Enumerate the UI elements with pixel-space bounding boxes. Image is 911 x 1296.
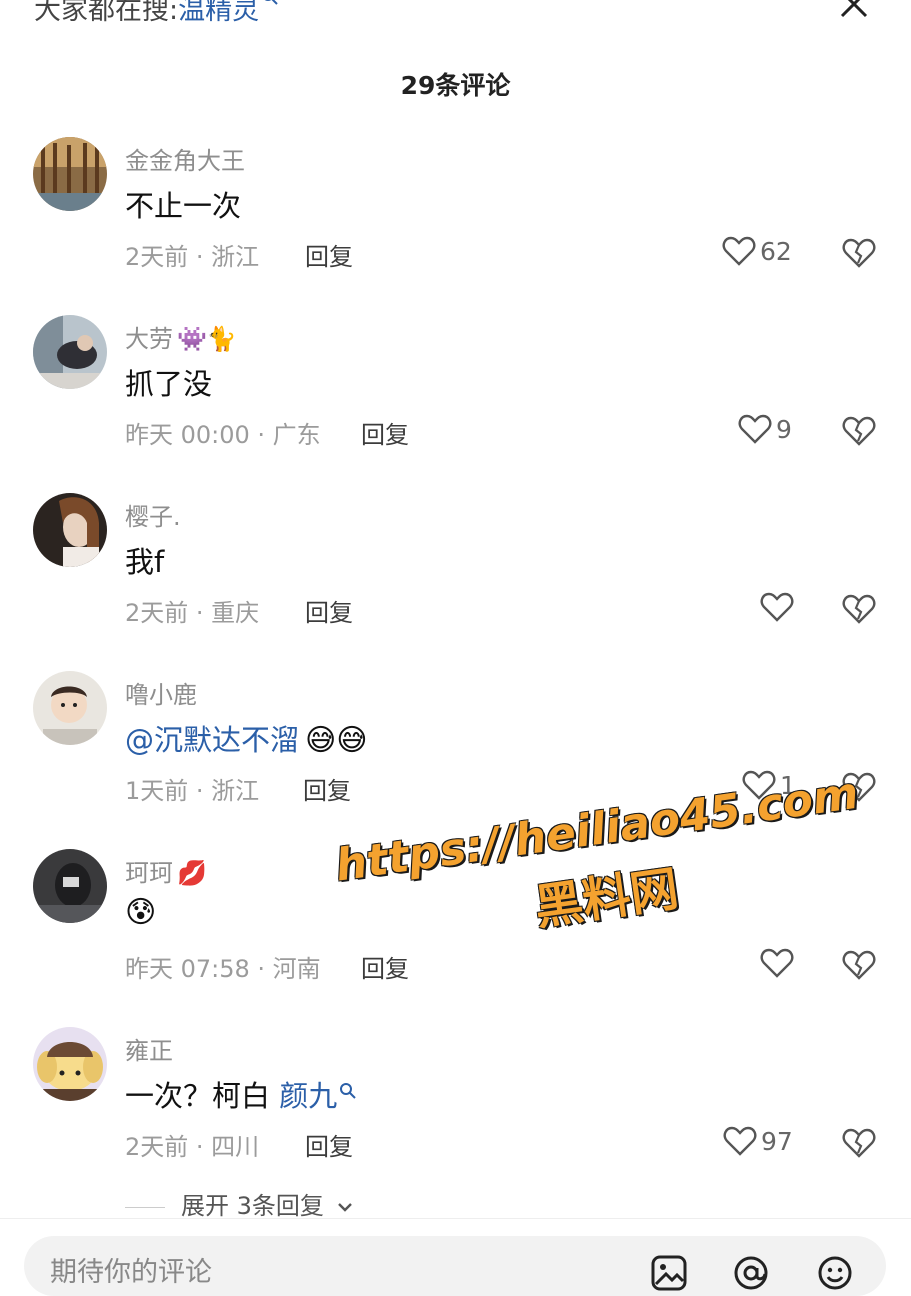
- avatar[interactable]: [33, 1027, 107, 1101]
- like-button[interactable]: 97: [723, 1125, 793, 1161]
- like-count: 97: [761, 1126, 793, 1156]
- trending-search-prefix: 大家都在搜:: [34, 0, 179, 26]
- heart-icon: [722, 236, 756, 266]
- expand-divider: [125, 1206, 165, 1208]
- mention-link[interactable]: @沉默达不溜: [125, 723, 299, 757]
- reply-button[interactable]: 回复: [361, 415, 409, 450]
- broken-heart-icon: [842, 416, 876, 446]
- comment-input-bar[interactable]: 期待你的评论: [24, 1236, 886, 1296]
- broken-heart-icon: [842, 238, 876, 268]
- like-button[interactable]: 9: [738, 413, 792, 449]
- search-link[interactable]: 颜九: [279, 1079, 337, 1113]
- avatar[interactable]: [33, 493, 107, 567]
- comment-text: 我f: [125, 545, 165, 579]
- comment-item: 樱子. 我f 2天前 · 重庆 回复: [0, 493, 911, 663]
- comment-text: 不止一次: [125, 189, 242, 223]
- trending-search-keyword[interactable]: 温精灵: [178, 0, 259, 26]
- avatar[interactable]: [33, 137, 107, 211]
- comment-meta: 1天前 · 浙江: [125, 777, 260, 805]
- reply-button[interactable]: 回复: [305, 593, 353, 628]
- dislike-button[interactable]: [842, 1126, 876, 1160]
- image-icon: [651, 1255, 687, 1291]
- image-button[interactable]: [650, 1254, 688, 1292]
- comment-meta: 昨天 07:58 · 河南: [125, 955, 321, 983]
- close-icon: [840, 0, 868, 18]
- username-emojis: 💋: [177, 859, 207, 887]
- heart-icon: [760, 948, 794, 978]
- username[interactable]: 珂珂 💋: [125, 853, 207, 888]
- mention-button[interactable]: [732, 1254, 770, 1292]
- comment-emojis: 😅😅: [305, 723, 368, 758]
- comment-item: 金金角大王 不止一次 2天前 · 浙江 回复 62: [0, 137, 911, 307]
- reply-button[interactable]: 回复: [303, 771, 351, 806]
- avatar[interactable]: [33, 849, 107, 923]
- expand-replies-button[interactable]: 展开 3条回复: [125, 1186, 354, 1221]
- comment-text: 抓了没: [125, 367, 213, 401]
- comment-text: @沉默达不溜 😅😅: [125, 717, 368, 759]
- broken-heart-icon: [842, 950, 876, 980]
- trending-search[interactable]: 大家都在搜:温精灵: [34, 0, 279, 27]
- like-count: 9: [776, 414, 792, 444]
- broken-heart-icon: [842, 1128, 876, 1158]
- username[interactable]: 噜小鹿: [125, 675, 197, 710]
- chevron-down-icon: [337, 1203, 352, 1212]
- comment-input-placeholder[interactable]: 期待你的评论: [50, 1250, 212, 1289]
- dislike-button[interactable]: [842, 948, 876, 982]
- dislike-button[interactable]: [842, 414, 876, 448]
- reply-button[interactable]: 回复: [305, 237, 353, 272]
- emoji-button[interactable]: [816, 1254, 854, 1292]
- comment-emojis: 😰: [125, 895, 157, 930]
- close-button[interactable]: [836, 0, 872, 22]
- comment-meta: 2天前 · 四川: [125, 1133, 260, 1161]
- username[interactable]: 雍正: [125, 1031, 173, 1066]
- comment-meta: 昨天 00:00 · 广东: [125, 421, 321, 449]
- like-button[interactable]: [760, 591, 798, 627]
- username-emojis: 👾🐈: [177, 325, 237, 353]
- like-count: 62: [760, 236, 792, 266]
- expand-replies-label: 展开 3条回复: [181, 1192, 324, 1220]
- comment-count-title: 29条评论: [400, 71, 511, 100]
- heart-icon: [760, 592, 794, 622]
- like-button[interactable]: 62: [722, 235, 792, 271]
- comment-meta: 2天前 · 重庆: [125, 599, 260, 627]
- at-icon: [734, 1256, 768, 1290]
- comment-text: 😰: [125, 895, 156, 930]
- username[interactable]: 金金角大王: [125, 141, 245, 176]
- dislike-button[interactable]: [842, 592, 876, 626]
- comment-text: 一次？柯白 颜九: [125, 1073, 357, 1115]
- comment-meta: 2天前 · 浙江: [125, 243, 260, 271]
- avatar[interactable]: [33, 315, 107, 389]
- dislike-button[interactable]: [842, 236, 876, 270]
- comment-item: 大劳 👾🐈 抓了没 昨天 00:00 · 广东 回复 9: [0, 315, 911, 485]
- username[interactable]: 樱子.: [125, 497, 181, 532]
- top-bar: 大家都在搜:温精灵: [0, 0, 911, 40]
- username[interactable]: 大劳 👾🐈: [125, 319, 237, 354]
- heart-icon: [738, 414, 772, 444]
- heart-icon: [723, 1126, 757, 1156]
- avatar[interactable]: [33, 671, 107, 745]
- search-icon: [261, 0, 279, 11]
- emoji-icon: [818, 1256, 852, 1290]
- comment-item: 雍正 一次？柯白 颜九 2天前 · 四川 回复 97: [0, 1027, 911, 1197]
- broken-heart-icon: [842, 594, 876, 624]
- search-icon: [339, 1073, 357, 1107]
- reply-button[interactable]: 回复: [305, 1127, 353, 1162]
- bottom-divider: [0, 1218, 911, 1219]
- like-button[interactable]: [760, 947, 798, 983]
